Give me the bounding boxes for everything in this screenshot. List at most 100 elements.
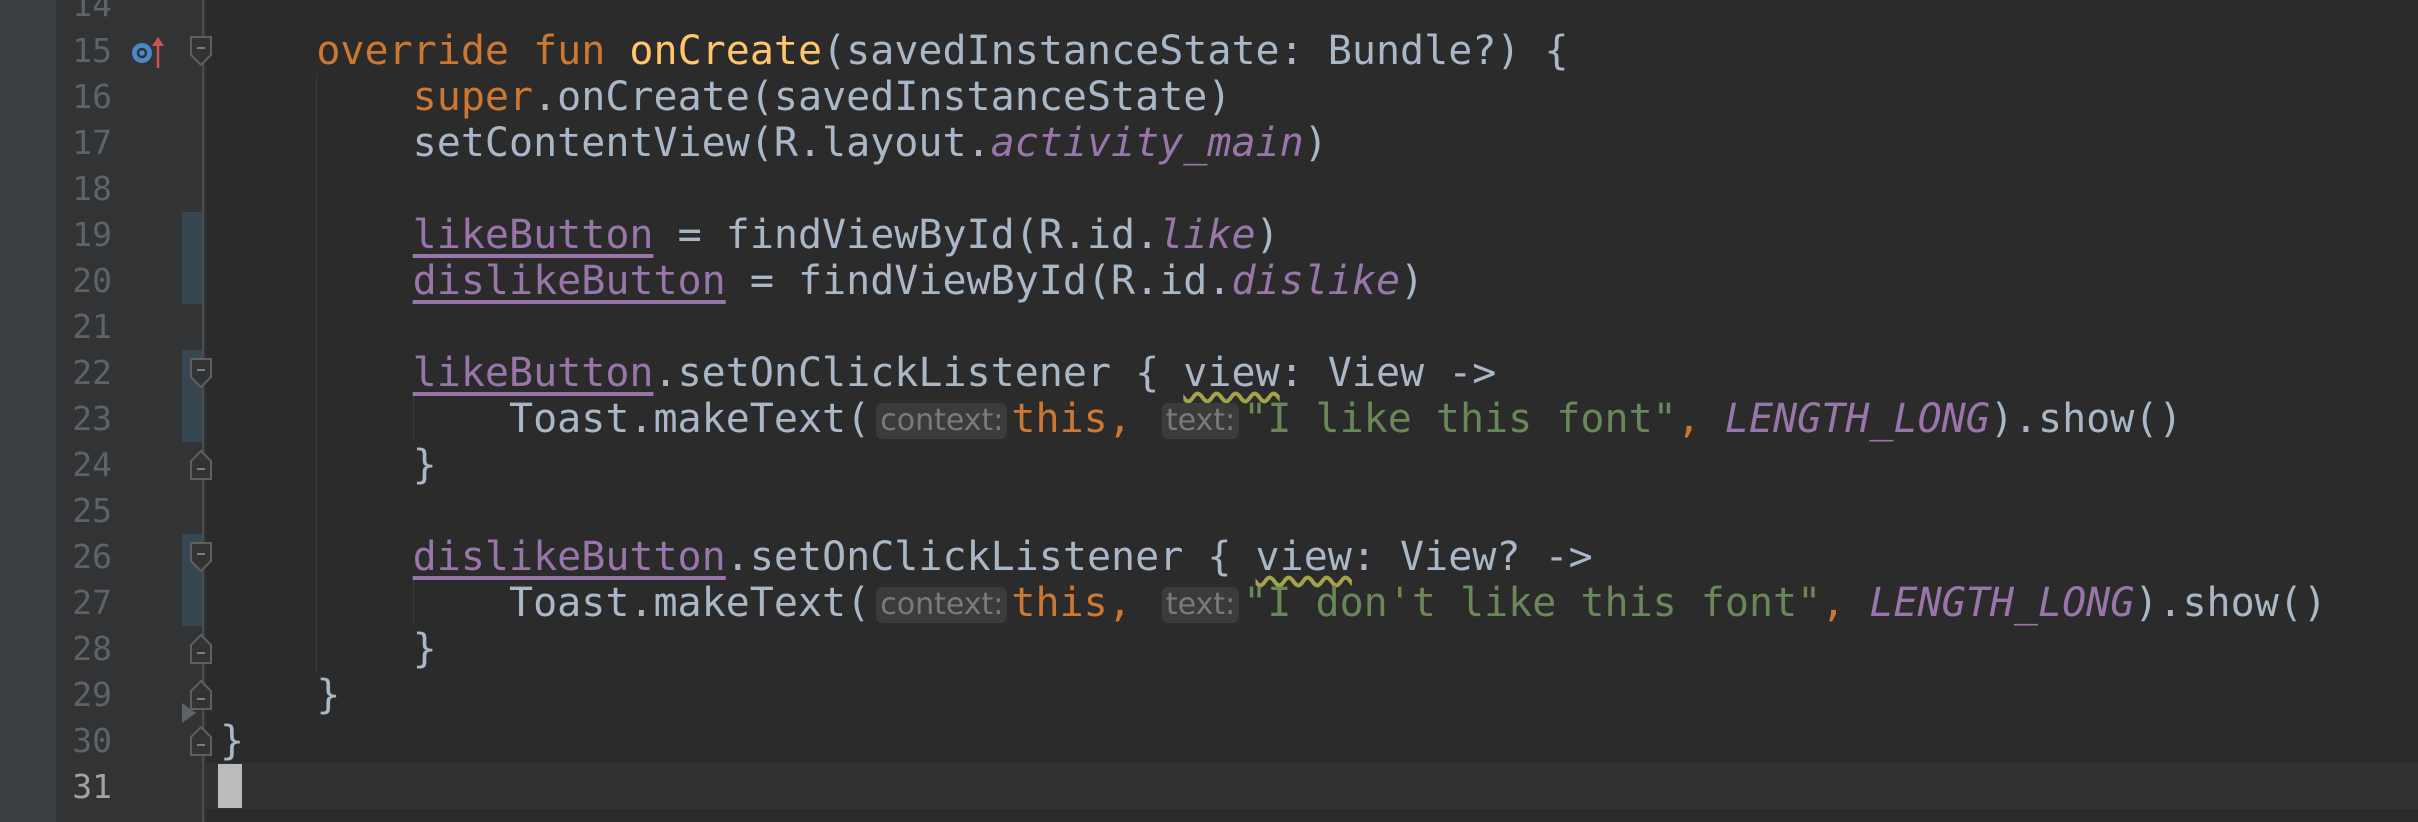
line-number[interactable]: 31 [56, 764, 112, 810]
parameter-hint: text: [1161, 403, 1240, 439]
code-text: Toast.makeText(context: this, text: "I don… [220, 580, 2327, 626]
code-token-static: LENGTH_LONG [1869, 580, 2135, 626]
code-token-plain: setContentView(R.layout. [220, 120, 991, 166]
code-text: } [220, 718, 244, 764]
line-number[interactable]: 30 [56, 718, 112, 764]
code-token-fn: onCreate [629, 28, 823, 74]
code-text: override fun onCreate(savedInstanceState… [220, 28, 1569, 74]
code-token-plain: : View -> [1279, 350, 1497, 396]
code-token-plain: } [220, 672, 341, 718]
code-text: likeButton.setOnClickListener { view: Vi… [220, 350, 1497, 396]
code-line[interactable]: 29 } [0, 672, 2418, 718]
code-token-str: "I like this font" [1243, 396, 1677, 442]
code-text: Toast.makeText(context: this, text: "I lik… [220, 396, 2183, 442]
line-number[interactable]: 25 [56, 488, 112, 534]
code-line[interactable]: 17 setContentView(R.layout.activity_main… [0, 120, 2418, 166]
line-number[interactable]: 26 [56, 534, 112, 580]
code-line[interactable]: 30} [0, 718, 2418, 764]
code-line[interactable]: 28 } [0, 626, 2418, 672]
run-arrow-icon[interactable] [182, 703, 198, 723]
code-line[interactable]: 23 Toast.makeText(context: this, text: "I … [0, 396, 2418, 442]
code-token-plain: = findViewById(R.id. [653, 212, 1160, 258]
code-token-kw: this, [1011, 396, 1132, 442]
code-token-kw: , [1821, 580, 1846, 626]
code-token-prop: dislikeButton [412, 534, 726, 580]
code-line[interactable]: 31 [0, 764, 2418, 810]
code-line[interactable]: 19 likeButton = findViewById(R.id.like) [0, 212, 2418, 258]
line-number[interactable]: 27 [56, 580, 112, 626]
code-line[interactable]: 20 dislikeButton = findViewById(R.id.dis… [0, 258, 2418, 304]
override-method-icon[interactable] [130, 36, 166, 70]
code-token-plain: Toast.makeText( [220, 580, 871, 626]
line-number[interactable]: 14 [56, 0, 112, 28]
code-editor[interactable]: 14 15 override fun onCreate(savedInstance… [0, 0, 2418, 810]
code-token-kw: fun [533, 28, 606, 74]
line-number[interactable]: 22 [56, 350, 112, 396]
code-token-plain: .setOnClickListener { [725, 534, 1256, 580]
code-line[interactable]: 15 override fun onCreate(savedInstanceSt… [0, 28, 2418, 74]
code-text: } [220, 672, 340, 718]
code-token-plain: ).show() [1989, 396, 2183, 442]
line-number[interactable]: 16 [56, 74, 112, 120]
code-token-kw: , [1676, 396, 1701, 442]
code-token-static: like [1159, 212, 1256, 258]
code-token-warn: view [1183, 350, 1280, 396]
code-line[interactable]: 27 Toast.makeText(context: this, text: "I … [0, 580, 2418, 626]
line-number[interactable]: 19 [56, 212, 112, 258]
code-line[interactable]: 16 super.onCreate(savedInstanceState) [0, 74, 2418, 120]
code-token-plain: ) [1255, 212, 1280, 258]
line-number[interactable]: 20 [56, 258, 112, 304]
line-number[interactable]: 23 [56, 396, 112, 442]
parameter-hint: context: [876, 587, 1008, 623]
code-line[interactable]: 18 [0, 166, 2418, 212]
code-token-prop: likeButton [412, 212, 654, 258]
code-line[interactable]: 25 [0, 488, 2418, 534]
code-token-plain: ) [1400, 258, 1425, 304]
code-token-plain: .onCreate(savedInstanceState) [533, 74, 1232, 120]
code-token-static: dislike [1231, 258, 1401, 304]
code-token-kw: override [316, 28, 509, 74]
code-token-kw: this, [1011, 580, 1132, 626]
parameter-hint: text: [1161, 587, 1240, 623]
code-token-plain: (savedInstanceState: Bundle?) { [822, 28, 1569, 74]
line-number[interactable]: 21 [56, 304, 112, 350]
code-token-plain: ).show() [2134, 580, 2327, 626]
code-line[interactable]: 26 dislikeButton.setOnClickListener { vi… [0, 534, 2418, 580]
line-number[interactable]: 28 [56, 626, 112, 672]
code-line[interactable]: 21 [0, 304, 2418, 350]
code-token-plain: } [220, 626, 437, 672]
code-token-prop: likeButton [412, 350, 654, 396]
line-number[interactable]: 24 [56, 442, 112, 488]
code-token-plain: = findViewById(R.id. [725, 258, 1232, 304]
text-caret [218, 764, 242, 808]
code-text: dislikeButton.setOnClickListener { view:… [220, 534, 1593, 580]
line-number[interactable]: 18 [56, 166, 112, 212]
line-number[interactable]: 17 [56, 120, 112, 166]
line-number[interactable]: 15 [56, 28, 112, 74]
code-token-prop: dislikeButton [412, 258, 726, 304]
code-token-kw: super [412, 74, 534, 120]
code-token-plain: .setOnClickListener { [653, 350, 1184, 396]
line-number[interactable]: 29 [56, 672, 112, 718]
code-text: } [220, 442, 437, 488]
code-token-plain: } [220, 442, 437, 488]
code-text: dislikeButton = findViewById(R.id.dislik… [220, 258, 1424, 304]
code-line[interactable]: 22 likeButton.setOnClickListener { view:… [0, 350, 2418, 396]
code-line[interactable]: 14 [0, 0, 2418, 28]
code-line[interactable]: 24 } [0, 442, 2418, 488]
code-text: } [220, 626, 437, 672]
code-token-warn: view [1255, 534, 1352, 580]
code-token-static: LENGTH_LONG [1724, 396, 1990, 442]
